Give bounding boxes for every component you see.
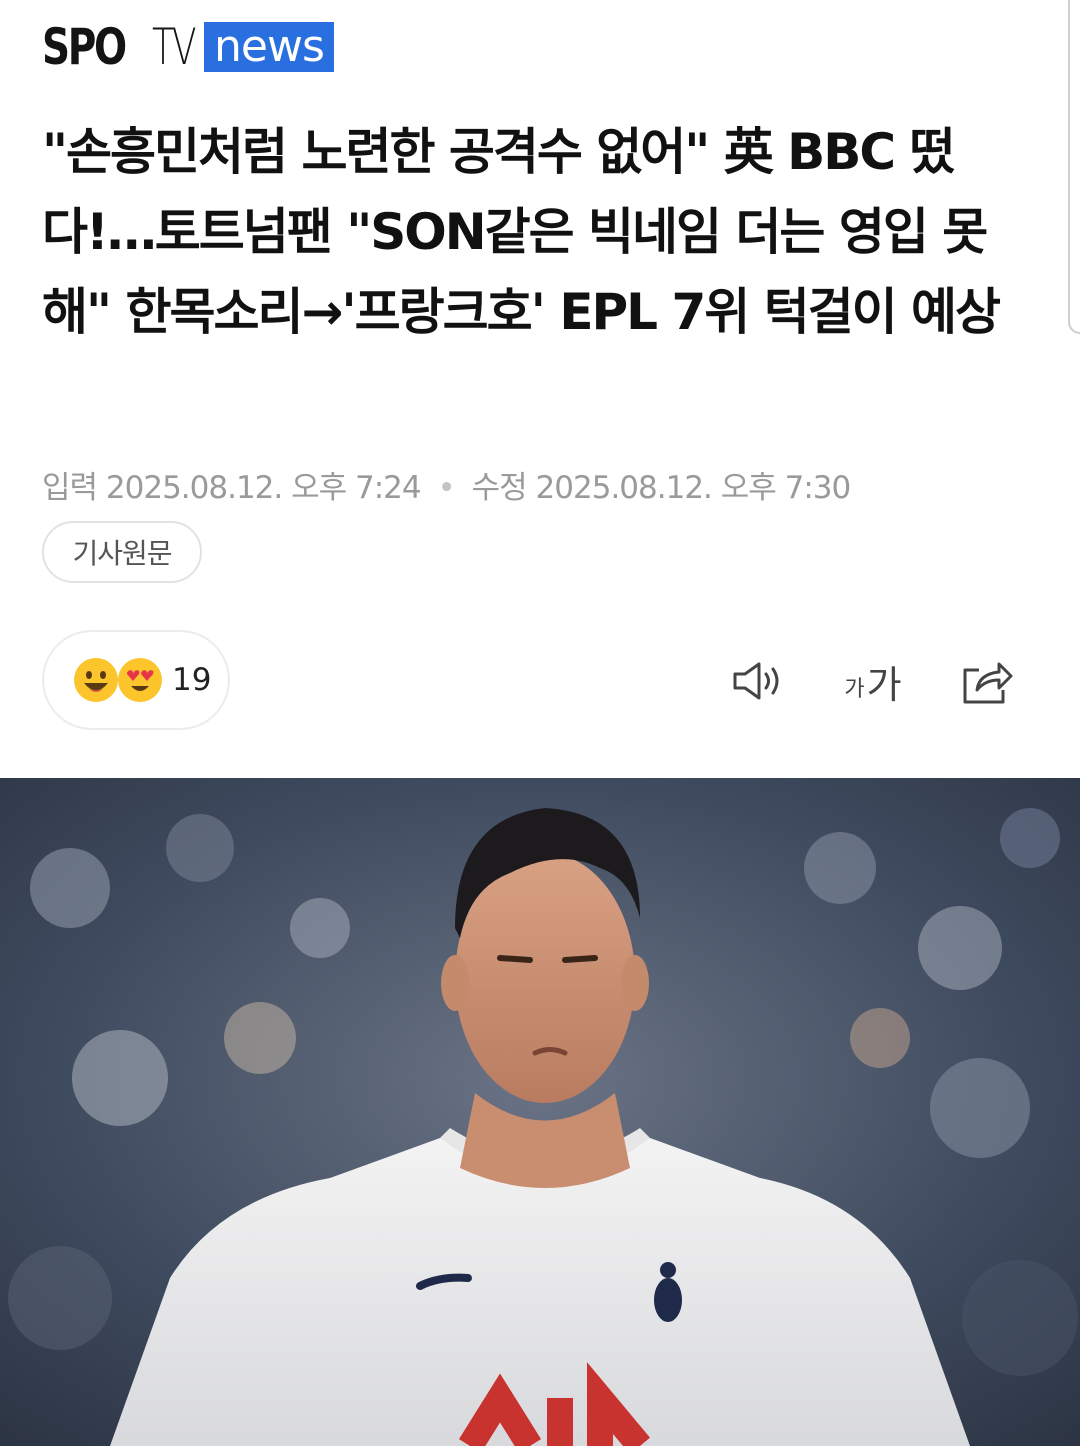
logo-spo-text: SPO bbox=[42, 18, 127, 76]
article-photo[interactable] bbox=[0, 778, 1080, 1446]
scroll-indicator bbox=[1068, 0, 1080, 334]
spotv-news-logo[interactable]: SPO TV news bbox=[42, 20, 334, 74]
smiley-emoji-icon bbox=[74, 658, 118, 702]
original-article-button[interactable]: 기사원문 bbox=[42, 521, 202, 583]
meta-separator: • bbox=[437, 470, 455, 506]
heart-eyes-emoji-icon bbox=[118, 658, 162, 702]
player-photo bbox=[0, 778, 1080, 1446]
font-small-glyph: 가 bbox=[844, 677, 865, 702]
published-label: 입력 bbox=[42, 470, 98, 506]
read-aloud-button[interactable] bbox=[726, 650, 788, 712]
reaction-count: 19 bbox=[172, 662, 212, 698]
published-date: 2025.08.12. 오후 7:24 bbox=[105, 470, 422, 506]
modified-date: 2025.08.12. 오후 7:30 bbox=[535, 470, 852, 506]
article-headline: "손흥민처럼 노련한 공격수 없어" 英 BBC 떴다!…토트넘팬 "SON같은… bbox=[42, 123, 1001, 341]
logo-news-badge: news bbox=[204, 22, 334, 72]
font-large-glyph: 가 bbox=[866, 662, 902, 707]
speaker-icon bbox=[733, 662, 779, 700]
logo-tv-text: TV bbox=[152, 18, 196, 76]
font-size-button[interactable]: 가 가 bbox=[838, 650, 908, 712]
share-button[interactable] bbox=[956, 650, 1018, 712]
share-icon bbox=[963, 662, 1013, 704]
reaction-button[interactable]: 19 bbox=[42, 630, 230, 730]
modified-label: 수정 bbox=[471, 470, 528, 506]
article-meta: 입력 2025.08.12. 오후 7:24 • 수정 2025.08.12. … bbox=[42, 462, 852, 507]
